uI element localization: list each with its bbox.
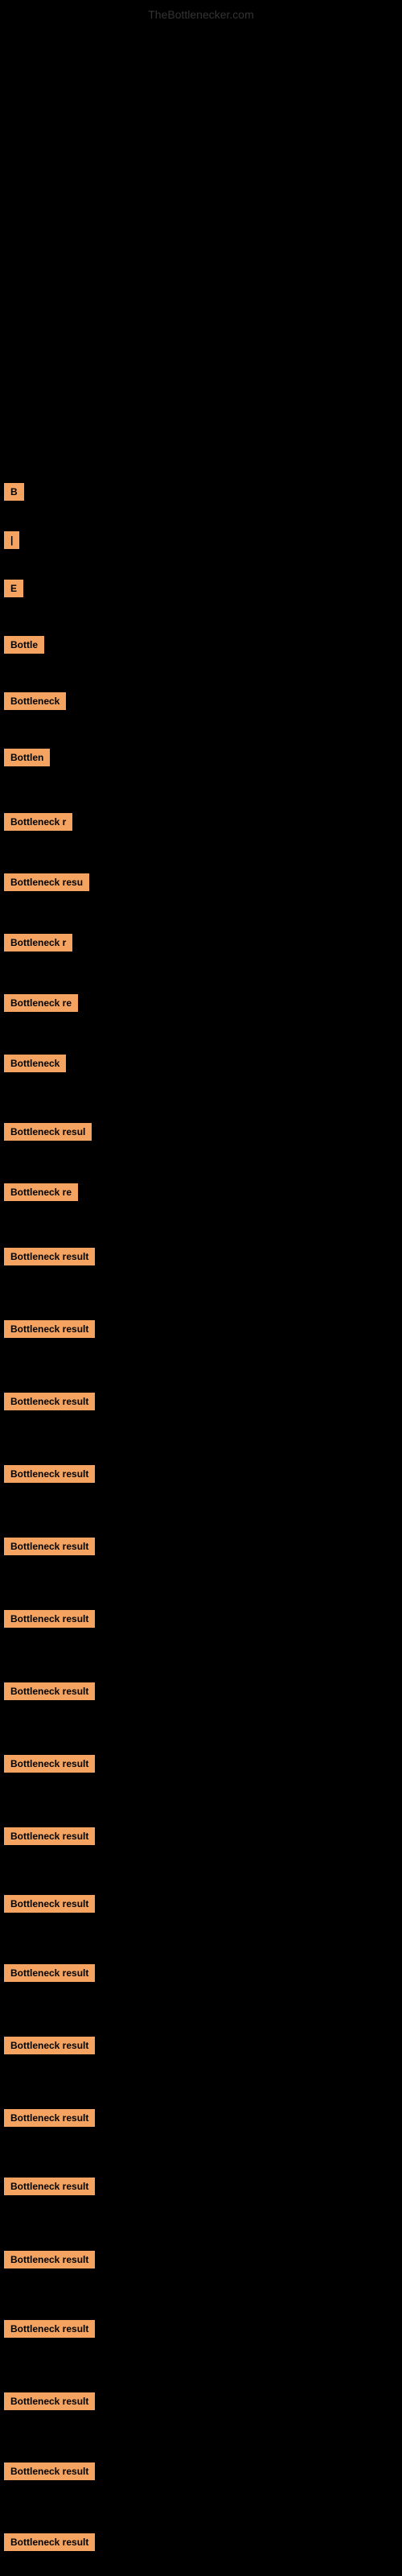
bottleneck-item[interactable]: Bottleneck resul bbox=[4, 1123, 92, 1141]
bottleneck-item[interactable]: Bottleneck result bbox=[4, 1610, 95, 1628]
bottleneck-item[interactable]: Bottleneck result bbox=[4, 1827, 95, 1845]
bottleneck-item[interactable]: Bottleneck result bbox=[4, 1320, 95, 1338]
bottleneck-item[interactable]: Bottleneck result bbox=[4, 1895, 95, 1913]
bottleneck-item[interactable]: Bottleneck result bbox=[4, 1755, 95, 1773]
bottleneck-item[interactable]: Bottleneck result bbox=[4, 1964, 95, 1982]
bottleneck-item[interactable]: Bottleneck bbox=[4, 1055, 66, 1072]
bottleneck-item[interactable]: Bottleneck result bbox=[4, 1465, 95, 1483]
bottleneck-item[interactable]: Bottleneck result bbox=[4, 1393, 95, 1410]
bottleneck-item[interactable]: Bottleneck result bbox=[4, 2109, 95, 2127]
bottleneck-item[interactable]: Bottleneck result bbox=[4, 2533, 95, 2551]
bottleneck-item[interactable]: Bottlen bbox=[4, 749, 50, 766]
bottleneck-item[interactable]: Bottleneck result bbox=[4, 2392, 95, 2410]
bottleneck-item[interactable]: Bottleneck resu bbox=[4, 873, 89, 891]
bottleneck-item[interactable]: B bbox=[4, 483, 24, 501]
bottleneck-item[interactable]: Bottleneck bbox=[4, 692, 66, 710]
bottleneck-item[interactable]: Bottleneck r bbox=[4, 934, 72, 952]
site-title: TheBottlenecker.com bbox=[145, 6, 257, 23]
bottleneck-item[interactable]: Bottle bbox=[4, 636, 44, 654]
bottleneck-item[interactable]: Bottleneck result bbox=[4, 1248, 95, 1265]
bottleneck-item[interactable]: Bottleneck re bbox=[4, 1183, 78, 1201]
bottleneck-item[interactable]: Bottleneck r bbox=[4, 813, 72, 831]
bottleneck-item[interactable]: Bottleneck result bbox=[4, 2251, 95, 2268]
bottleneck-item[interactable]: E bbox=[4, 580, 23, 597]
bottleneck-item[interactable]: Bottleneck result bbox=[4, 2462, 95, 2480]
bottleneck-item[interactable]: Bottleneck result bbox=[4, 1682, 95, 1700]
bottleneck-item[interactable]: Bottleneck result bbox=[4, 2320, 95, 2338]
bottleneck-item[interactable]: | bbox=[4, 531, 19, 549]
bottleneck-item[interactable]: Bottleneck result bbox=[4, 2178, 95, 2195]
bottleneck-item[interactable]: Bottleneck result bbox=[4, 1538, 95, 1555]
bottleneck-item[interactable]: Bottleneck re bbox=[4, 994, 78, 1012]
bottleneck-item[interactable]: Bottleneck result bbox=[4, 2037, 95, 2054]
